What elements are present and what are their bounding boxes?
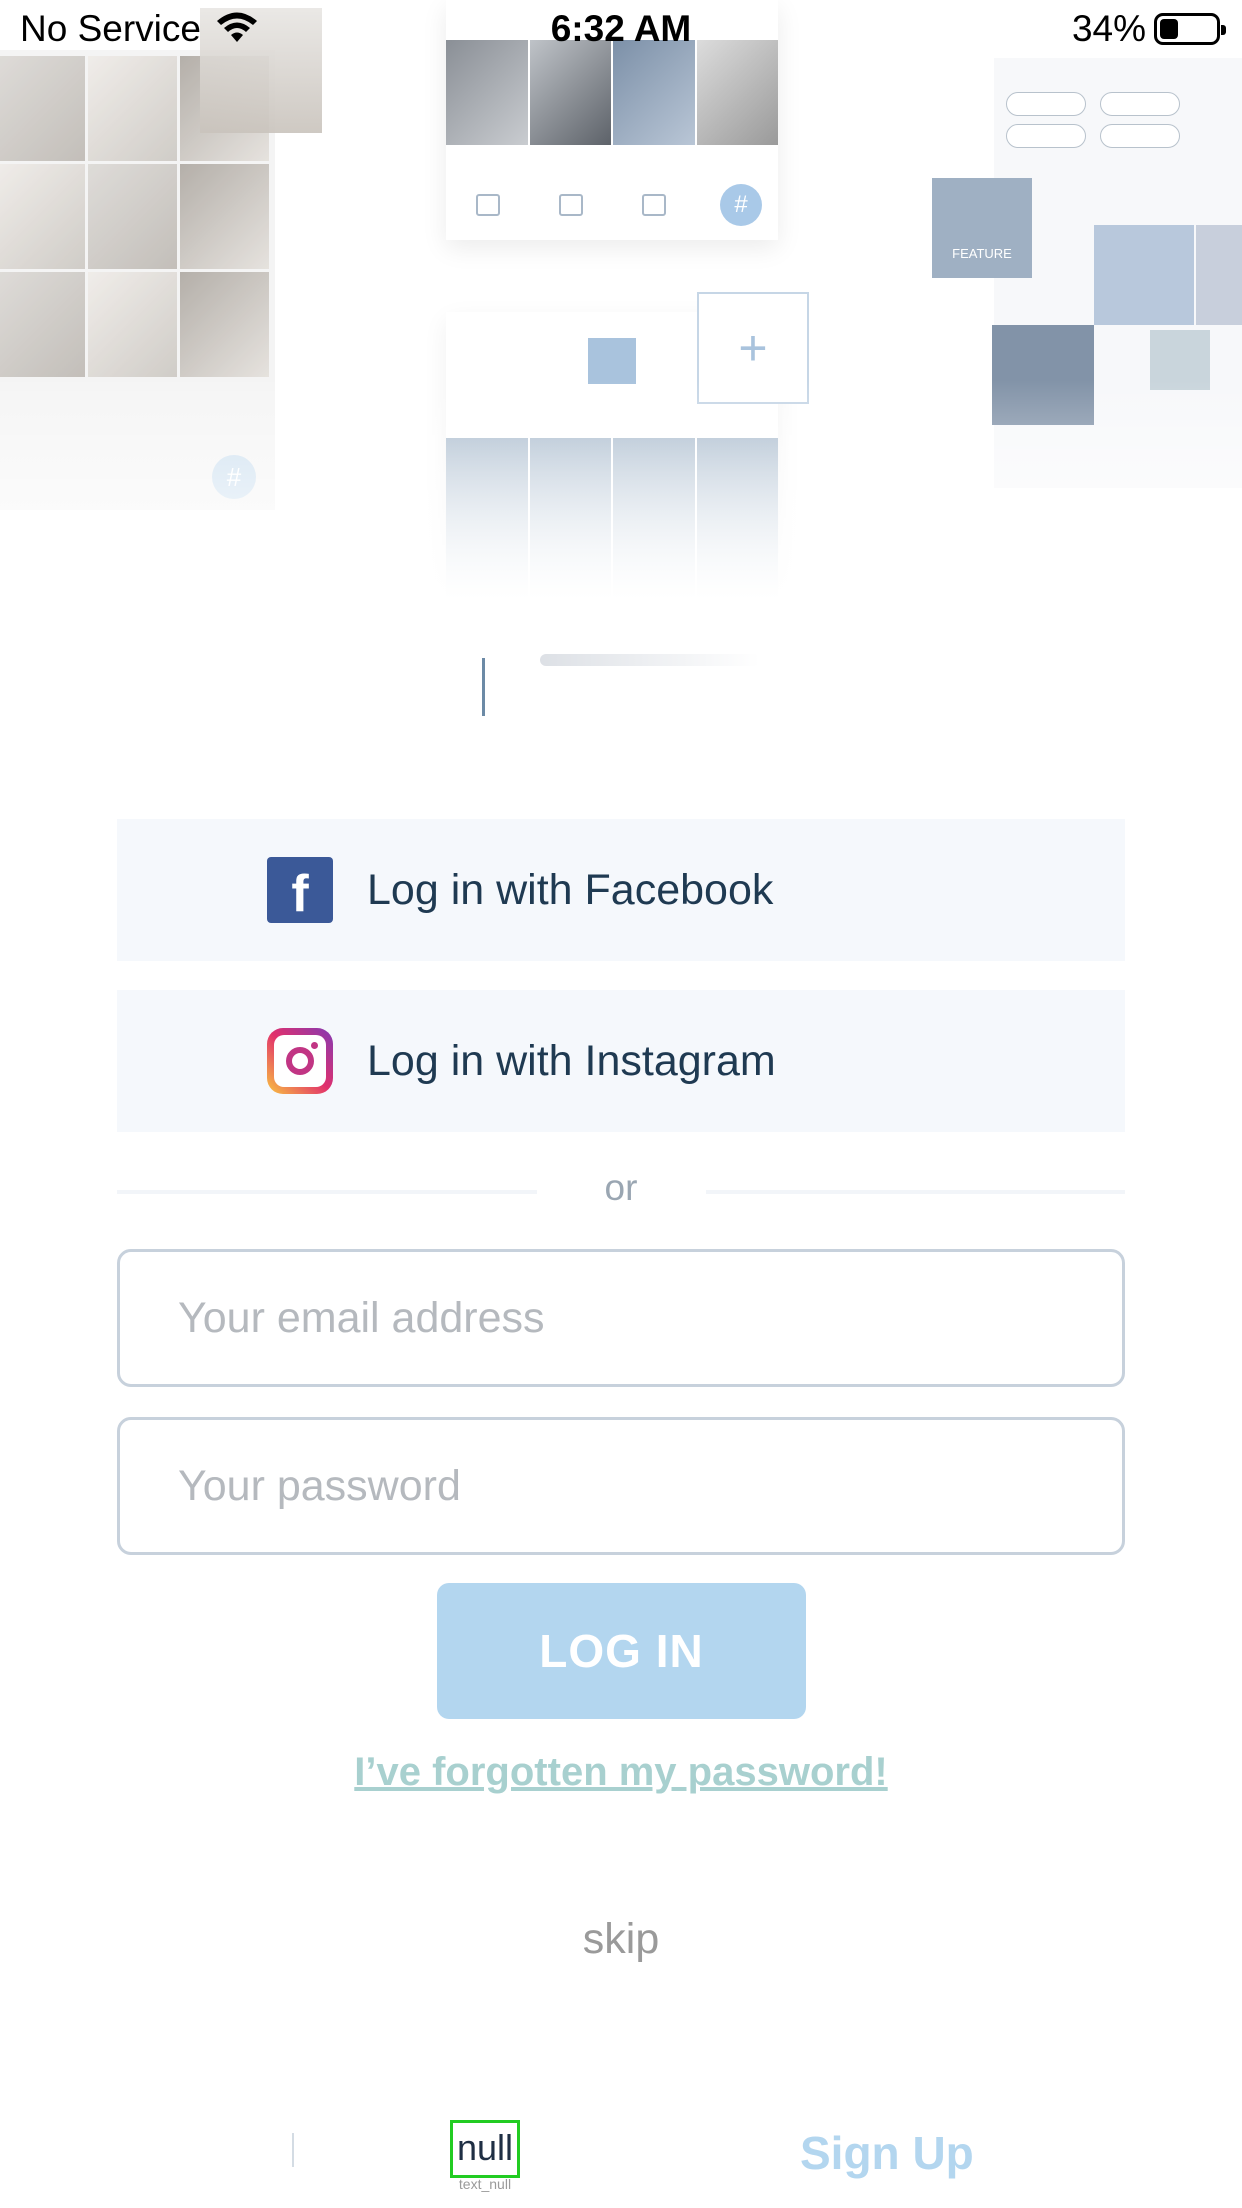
tile-well [1196,225,1242,325]
tile-other [1150,330,1210,390]
facebook-login-label: Log in with Facebook [367,865,774,914]
theme-pill [1006,92,1086,116]
theme-pill [1100,92,1180,116]
status-right: 34% [1071,8,1226,50]
instagram-icon [267,1028,333,1094]
null-text: null [450,2120,520,2178]
clock: 6:32 AM [550,8,692,49]
facebook-login-button[interactable]: f Log in with Facebook [117,819,1125,961]
email-field[interactable] [117,1249,1125,1387]
preview-logo [588,338,636,384]
plus-icon: + [697,292,809,404]
battery-icon [1154,13,1226,45]
tile-influencer [992,325,1094,425]
tile-tips [1094,225,1194,325]
divider-left [117,1190,537,1194]
facebook-icon: f [267,857,333,923]
hash-icon: # [720,184,762,226]
battery-percent: 34% [1071,8,1146,49]
divider-or: or [604,1167,638,1208]
hero-collage: # # + FEATURE [0,0,1242,600]
tile-feature: FEATURE [932,178,1032,278]
status-bar: No Service 6:32 AM 34% [0,0,1242,62]
null-subtext: text_null [458,2176,512,2192]
skip-link[interactable]: skip [0,1915,1242,1964]
theme-pill [1006,124,1086,148]
instagram-login-button[interactable]: Log in with Instagram [117,990,1125,1132]
divider-right [706,1190,1125,1194]
password-field[interactable] [117,1417,1125,1555]
forgot-password-link[interactable]: I’ve forgotten my password! [0,1750,1242,1795]
logo-caret [482,658,485,716]
bottom-separator [292,2133,294,2167]
instagram-login-label: Log in with Instagram [367,1036,776,1085]
app-logo-faded [540,654,760,666]
theme-pill [1100,124,1180,148]
login-button[interactable]: LOG IN [437,1583,806,1719]
sign-up-link[interactable]: Sign Up [800,2126,974,2180]
hash-icon: # [212,455,256,499]
